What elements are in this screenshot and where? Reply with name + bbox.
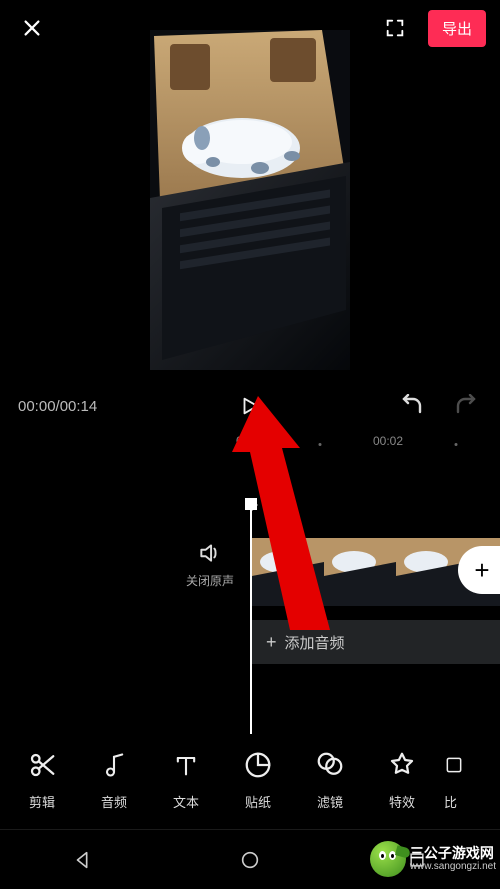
sparkle-star-icon: [387, 750, 417, 780]
close-icon: [21, 17, 43, 39]
plus-icon: +: [266, 632, 277, 653]
tool-label: 剪辑: [29, 792, 55, 811]
bottom-toolbar: 剪辑 音频 文本 贴纸 滤镜 特效 比: [0, 729, 500, 829]
triangle-back-icon: [72, 849, 94, 871]
play-button[interactable]: [232, 388, 268, 424]
add-audio-label: 添加音频: [285, 632, 345, 653]
add-audio-track[interactable]: + 添加音频: [252, 620, 500, 664]
tool-label: 比: [444, 792, 457, 811]
undo-button[interactable]: [396, 390, 428, 422]
close-button[interactable]: [14, 10, 50, 46]
play-icon: [239, 394, 261, 418]
tool-label: 贴纸: [245, 792, 271, 811]
tool-audio[interactable]: 音频: [78, 748, 150, 811]
playback-controls: 00:00/00:14: [0, 382, 500, 430]
thumb-icon: [324, 538, 396, 606]
tool-label: 文本: [173, 792, 199, 811]
watermark-text: 三公子游戏网 www.sangongzi.net: [410, 846, 496, 872]
plus-icon: +: [474, 555, 489, 586]
timeline-ruler[interactable]: 00:00 00:02: [0, 434, 500, 458]
export-button[interactable]: 导出: [428, 10, 486, 47]
watermark-logo: [370, 841, 406, 877]
mute-original-button[interactable]: 关闭原声: [180, 540, 240, 589]
add-clip-button[interactable]: +: [458, 546, 500, 594]
fullscreen-button[interactable]: [380, 13, 410, 43]
speaker-icon: [197, 540, 223, 566]
clip-thumbnail[interactable]: [324, 538, 396, 606]
nav-back-button[interactable]: [63, 840, 103, 880]
ruler-tick: 00:00: [236, 434, 266, 448]
tool-edit[interactable]: 剪辑: [6, 748, 78, 811]
ruler-tick: 00:02: [373, 434, 403, 448]
tool-label: 特效: [389, 792, 415, 811]
undo-icon: [398, 394, 426, 418]
playhead-handle[interactable]: [245, 498, 257, 510]
tool-sticker[interactable]: 贴纸: [222, 748, 294, 811]
tool-aspect[interactable]: 比: [438, 748, 472, 811]
playback-time: 00:00/00:14: [18, 398, 97, 415]
clip-thumbnail[interactable]: [252, 538, 324, 606]
tool-effects[interactable]: 特效: [366, 748, 438, 811]
watermark: 三公子游戏网 www.sangongzi.net: [366, 839, 500, 879]
mute-label: 关闭原声: [180, 572, 240, 589]
tool-label: 音频: [101, 792, 127, 811]
aspect-icon: [444, 751, 464, 779]
tool-text[interactable]: 文本: [150, 748, 222, 811]
text-icon: [172, 751, 200, 779]
sticker-icon: [243, 750, 273, 780]
nav-home-button[interactable]: [230, 840, 270, 880]
redo-button[interactable]: [450, 390, 482, 422]
ruler-dot: [455, 443, 458, 446]
filter-rings-icon: [314, 750, 346, 780]
video-preview[interactable]: [150, 30, 350, 370]
ruler-dot: [319, 443, 322, 446]
preview-thumbnail: [150, 30, 350, 370]
thumb-icon: [252, 538, 324, 606]
fullscreen-icon: [384, 17, 406, 39]
tool-label: 滤镜: [317, 792, 343, 811]
scissors-icon: [27, 750, 57, 780]
tool-filter[interactable]: 滤镜: [294, 748, 366, 811]
music-note-icon: [100, 750, 128, 780]
circle-home-icon: [239, 849, 261, 871]
redo-icon: [452, 394, 480, 418]
